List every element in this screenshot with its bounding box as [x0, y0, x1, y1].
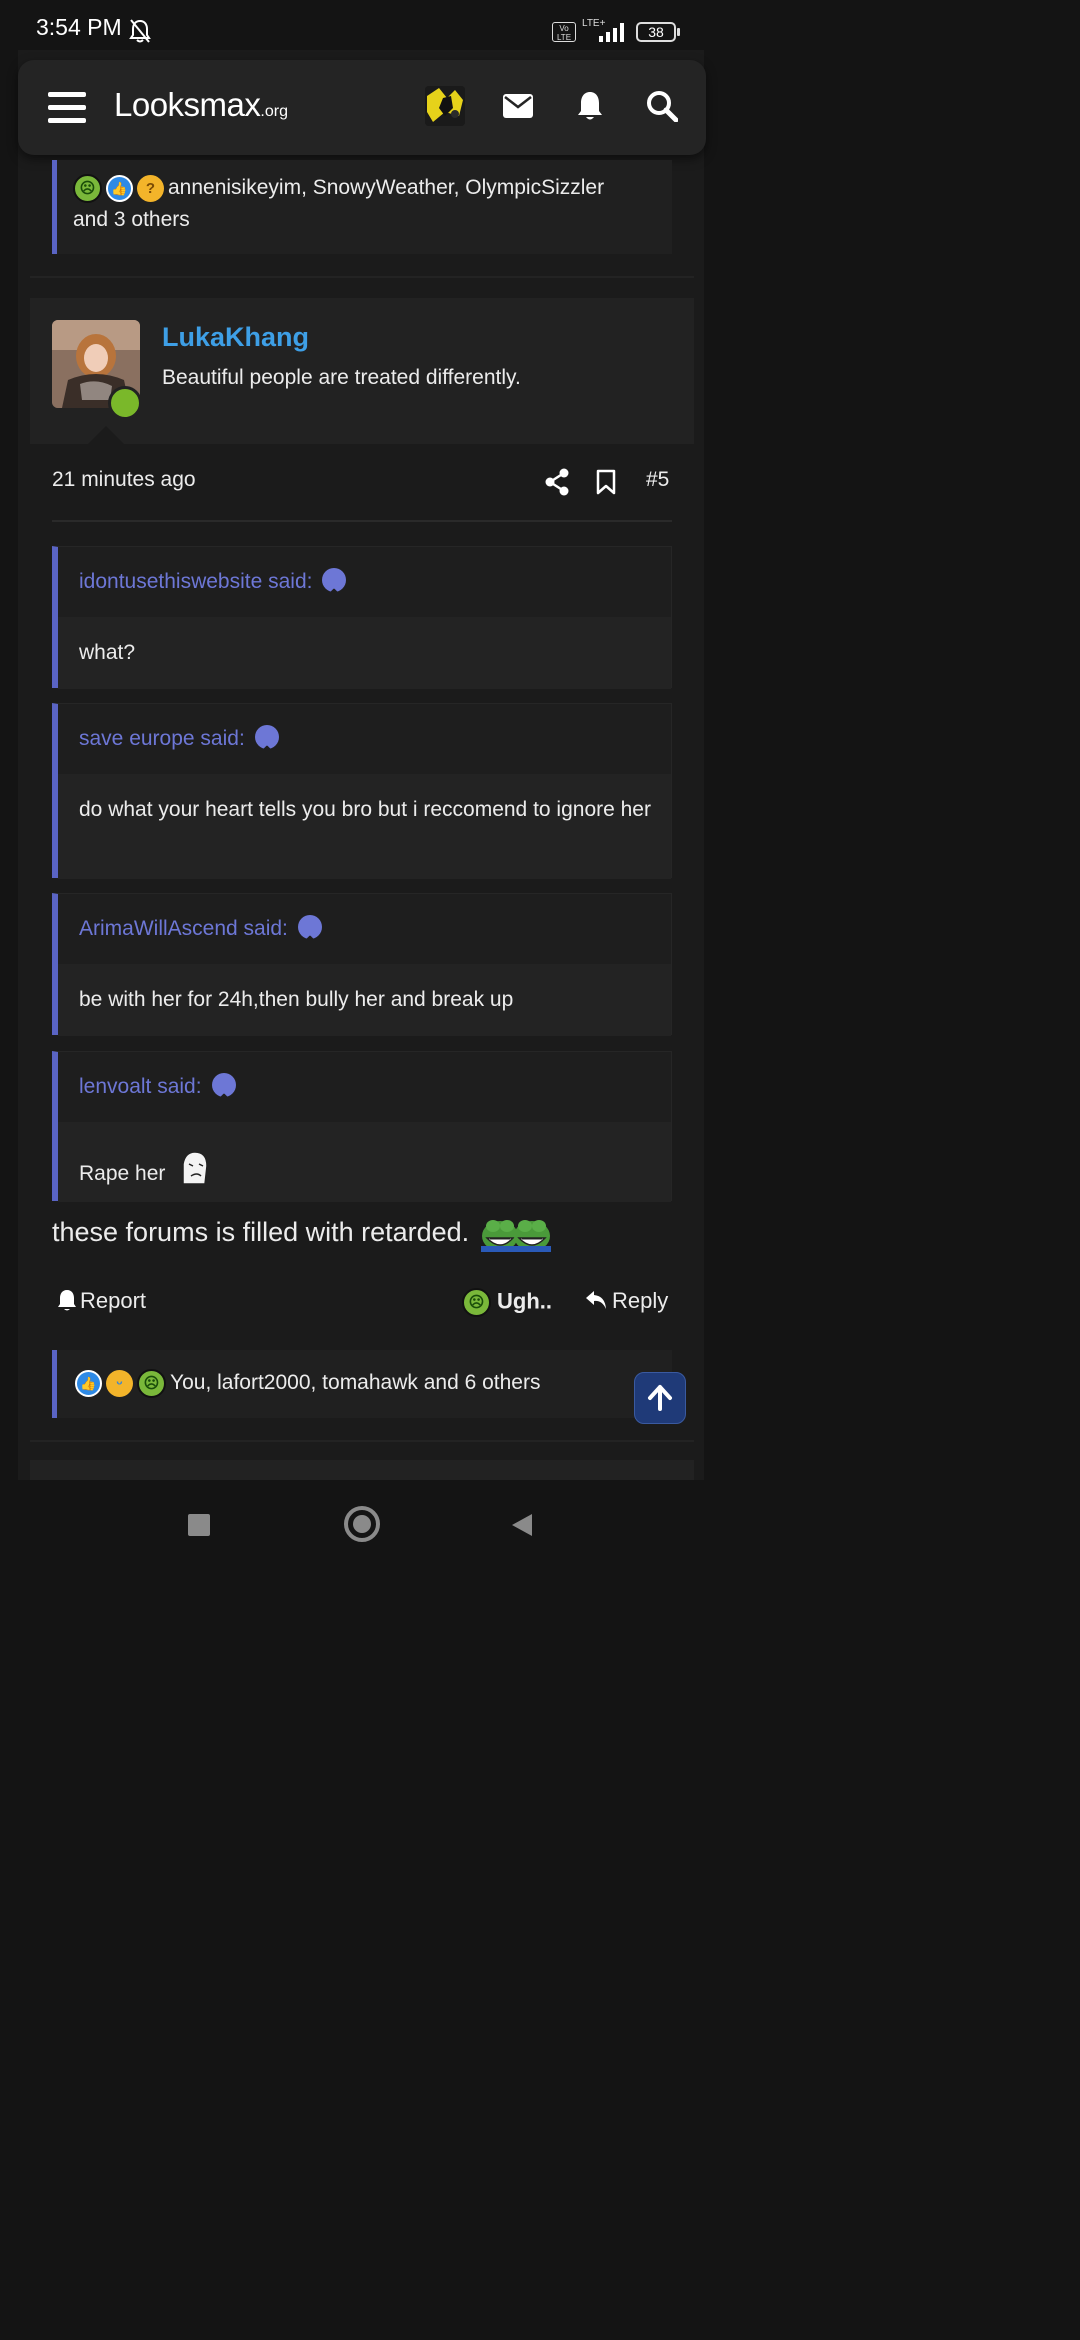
recents-button[interactable]: [188, 1514, 210, 1536]
crying-laugh-reaction-icon: ᵕ: [106, 1369, 133, 1397]
post-separator: [30, 1440, 694, 1442]
post-reactions[interactable]: 👍 ᵕ ☹ You, lafort2000, tomahawk and 6 other…: [52, 1350, 672, 1418]
reply-button[interactable]: Reply: [584, 1288, 668, 1314]
next-post-top: [30, 1460, 694, 1480]
quote-author: ArimaWillAscend said:: [79, 917, 288, 940]
quote-text: what?: [79, 641, 136, 664]
battery-icon: 38: [636, 22, 676, 42]
signal-icon: [599, 23, 624, 42]
report-button[interactable]: Report: [56, 1288, 146, 1314]
hamburger-menu-icon[interactable]: [48, 92, 86, 124]
pepe-laugh-emoji-icon: [512, 1220, 551, 1252]
reactors-more: and 3 others: [73, 208, 190, 231]
quote-text-row: Rape her: [79, 1150, 651, 1190]
volte-icon: Vo LTE: [552, 22, 576, 42]
quote-block: lenvoalt said: Rape her: [52, 1051, 672, 1202]
quote-block: idontusethiswebsite said: what?: [52, 546, 672, 689]
quote-block: ArimaWillAscend said: be with her for 24…: [52, 893, 672, 1036]
quote-text: Rape her: [79, 1162, 166, 1185]
home-button[interactable]: [344, 1506, 380, 1542]
notifications-off-icon: [129, 19, 151, 43]
quote-content: what?: [58, 617, 671, 689]
wojak-emoji-icon: [182, 1151, 208, 1185]
report-bell-icon: [58, 1290, 76, 1311]
post-timestamp[interactable]: 21 minutes ago: [52, 468, 196, 492]
quote-content: be with her for 24h,then bully her and b…: [58, 964, 671, 1036]
quote-author-link[interactable]: lenvoalt said:: [79, 1052, 236, 1122]
report-label: Report: [80, 1288, 147, 1313]
back-button[interactable]: [510, 1512, 534, 1538]
reply-arrow-icon: [586, 1291, 606, 1309]
quote-author: lenvoalt said:: [79, 1075, 202, 1098]
quote-text: be with her for 24h,then bully her and b…: [79, 988, 514, 1011]
user-box-caret: [88, 426, 124, 444]
reply-label: Reply: [612, 1288, 669, 1313]
logo-suffix: .org: [260, 103, 288, 120]
arrow-up-icon: [648, 1385, 672, 1411]
reactors-list: You, lafort2000, tomahawk and 6 others: [170, 1371, 541, 1394]
search-icon[interactable]: [646, 90, 678, 122]
scroll-to-top-button[interactable]: [634, 1372, 686, 1424]
status-time: 3:54 PM: [36, 14, 122, 40]
quote-content: Rape her: [58, 1122, 671, 1202]
sick-reaction-icon: ☹: [137, 1368, 166, 1398]
quote-author: save europe said:: [79, 727, 245, 750]
home-button-dot: [353, 1515, 371, 1533]
account-avatar[interactable]: [425, 86, 465, 126]
post-author-title: Beautiful people are treated differently…: [162, 366, 521, 389]
quote-author-link[interactable]: save europe said:: [79, 704, 279, 774]
mail-icon[interactable]: [503, 94, 533, 118]
post-author-name[interactable]: LukaKhang: [162, 322, 309, 353]
share-icon[interactable]: [544, 468, 570, 496]
post-meta-divider: [52, 520, 672, 522]
go-to-quote-icon: [254, 725, 279, 763]
go-to-quote-icon: [322, 568, 347, 606]
quote-block: save europe said: do what your heart tel…: [52, 703, 672, 879]
post-separator: [30, 276, 694, 278]
go-to-quote-icon: [297, 915, 322, 953]
logo-text: Lᴏᴏksmax: [114, 86, 261, 123]
thinking-reaction-icon: ?: [137, 174, 164, 202]
sick-reaction-icon: ☹: [462, 1288, 491, 1317]
go-to-quote-icon: [211, 1073, 236, 1111]
quote-author-link[interactable]: idontusethiswebsite said:: [79, 547, 347, 617]
post-body-text: these forums is filled with retarded.: [52, 1217, 470, 1248]
like-reaction-icon: 👍: [106, 174, 133, 202]
quote-text: do what your heart tells you bro but i r…: [79, 798, 651, 821]
reactors-list: annenisikeyim, SnowyWeather, OlympicSizz…: [168, 176, 605, 199]
previous-post-reactions[interactable]: ☹ 👍? annenisikeyim, SnowyWeather, OlympicS…: [52, 160, 672, 254]
reaction-label: Ugh..: [497, 1288, 552, 1314]
like-reaction-icon: 👍: [75, 1369, 102, 1397]
sick-reaction-icon: ☹: [73, 173, 102, 203]
quote-content: do what your heart tells you bro but i r…: [58, 774, 671, 879]
post-number[interactable]: #5: [646, 468, 669, 492]
battery-nub: [677, 28, 680, 36]
notifications-bell-icon[interactable]: [576, 90, 604, 122]
online-status-indicator: [108, 386, 142, 420]
quote-author-link[interactable]: ArimaWillAscend said:: [79, 894, 322, 964]
site-logo[interactable]: Lᴏᴏksmax.org: [114, 86, 288, 124]
bookmark-icon[interactable]: [596, 469, 616, 495]
reaction-button[interactable]: ☹ Ugh..: [462, 1288, 552, 1317]
quote-author: idontusethiswebsite said:: [79, 570, 313, 593]
post-body: these forums is filled with retarded.: [52, 1216, 551, 1252]
